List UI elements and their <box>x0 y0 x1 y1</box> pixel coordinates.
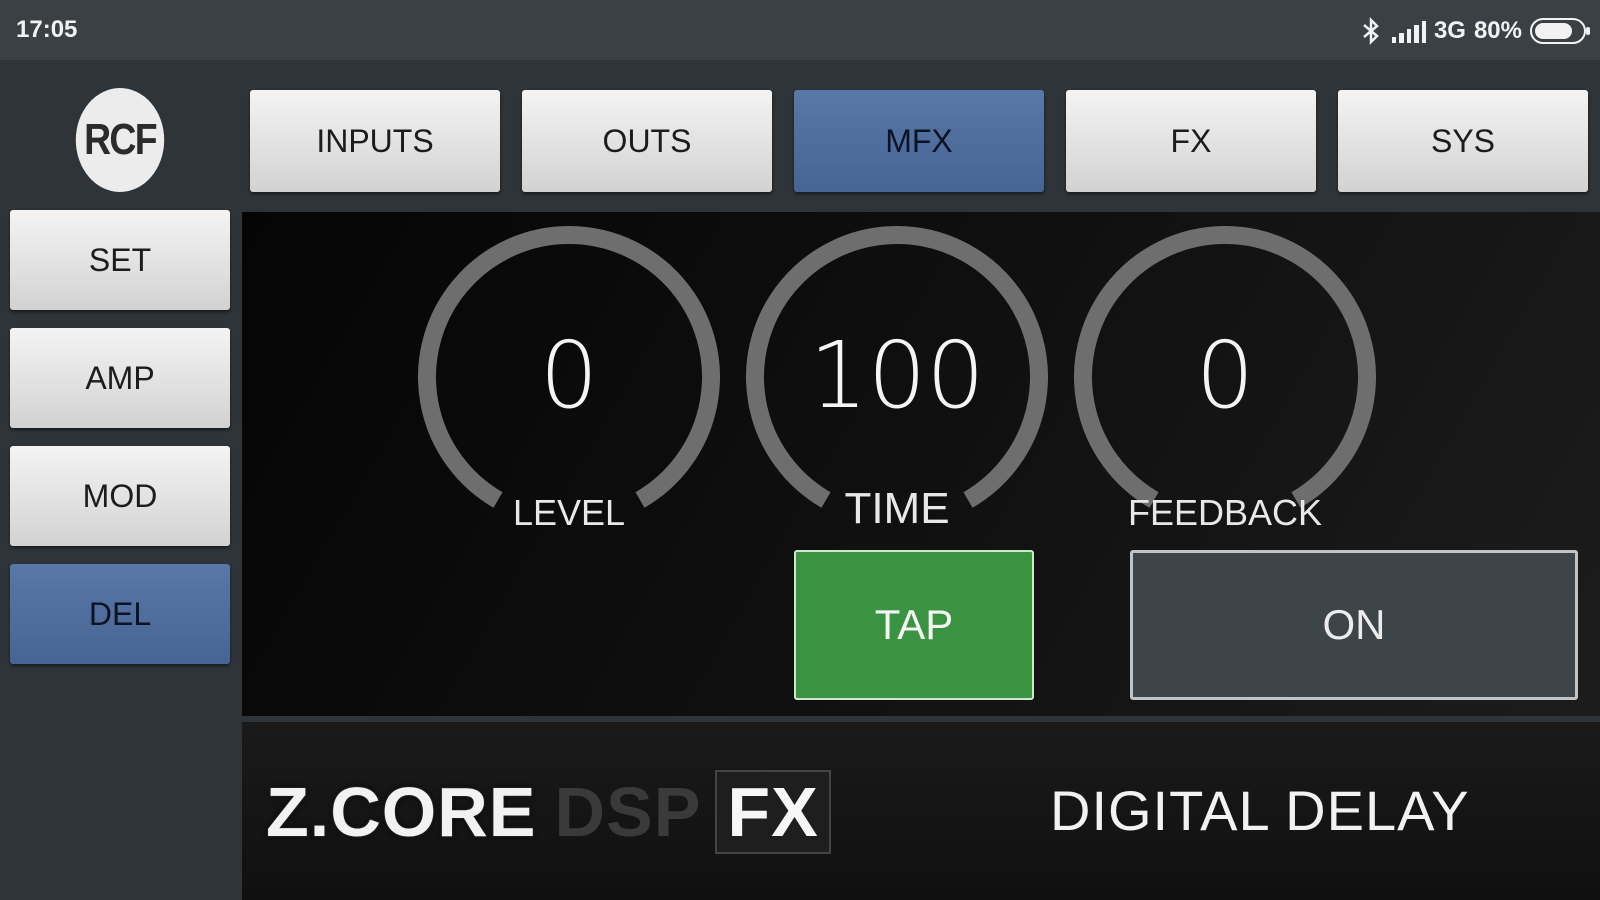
feedback-label: FEEDBACK <box>1127 492 1323 533</box>
feedback-value: 0 <box>1195 322 1255 429</box>
effect-name: DIGITAL DELAY <box>1050 779 1470 842</box>
top-tab-bar: INPUTS OUTS MFX FX SYS <box>240 60 1600 210</box>
time-label: TIME <box>844 484 950 533</box>
tab-fx[interactable]: FX <box>1066 90 1316 192</box>
brand-fx: FX <box>715 770 831 854</box>
level-knob[interactable]: 0 LEVEL <box>414 222 724 533</box>
tap-button[interactable]: TAP <box>794 550 1034 700</box>
brand-dsp: DSP <box>554 773 702 851</box>
effect-control-panel: 0 LEVEL 100 TIME 0 FEEDBACK TAP ON <box>242 212 1600 716</box>
tab-mfx[interactable]: MFX <box>794 90 1044 192</box>
tab-sys[interactable]: SYS <box>1338 90 1588 192</box>
zcore-dsp-fx-logo: Z.CORE DSP FX <box>266 770 831 854</box>
feedback-knob[interactable]: 0 FEEDBACK <box>1070 222 1380 533</box>
signal-icon <box>1391 19 1426 43</box>
status-icons: 3G 80% <box>1358 14 1590 48</box>
status-bar: 17:05 3G 80% <box>0 0 1600 60</box>
left-panel: RCF SET AMP MOD DEL <box>0 60 240 900</box>
tab-outs[interactable]: OUTS <box>522 90 772 192</box>
side-button-amp[interactable]: AMP <box>10 328 230 428</box>
battery-fill <box>1535 23 1572 39</box>
time-value: 100 <box>809 322 985 429</box>
side-button-set[interactable]: SET <box>10 210 230 310</box>
tab-inputs[interactable]: INPUTS <box>250 90 500 192</box>
level-value: 0 <box>539 322 599 429</box>
status-time: 17:05 <box>16 16 78 43</box>
bluetooth-icon <box>1363 16 1379 46</box>
network-type: 3G <box>1433 17 1466 44</box>
time-knob[interactable]: 100 TIME <box>742 222 1052 533</box>
footer: Z.CORE DSP FX DIGITAL DELAY <box>242 722 1600 900</box>
level-label: LEVEL <box>512 492 626 533</box>
rcf-logo: RCF <box>75 88 165 192</box>
battery-percent: 80% <box>1473 17 1522 44</box>
on-toggle-button[interactable]: ON <box>1130 550 1578 700</box>
side-button-mod[interactable]: MOD <box>10 446 230 546</box>
battery-icon <box>1530 18 1590 44</box>
brand-zcore: Z.CORE <box>266 773 537 851</box>
side-button-del[interactable]: DEL <box>10 564 230 664</box>
